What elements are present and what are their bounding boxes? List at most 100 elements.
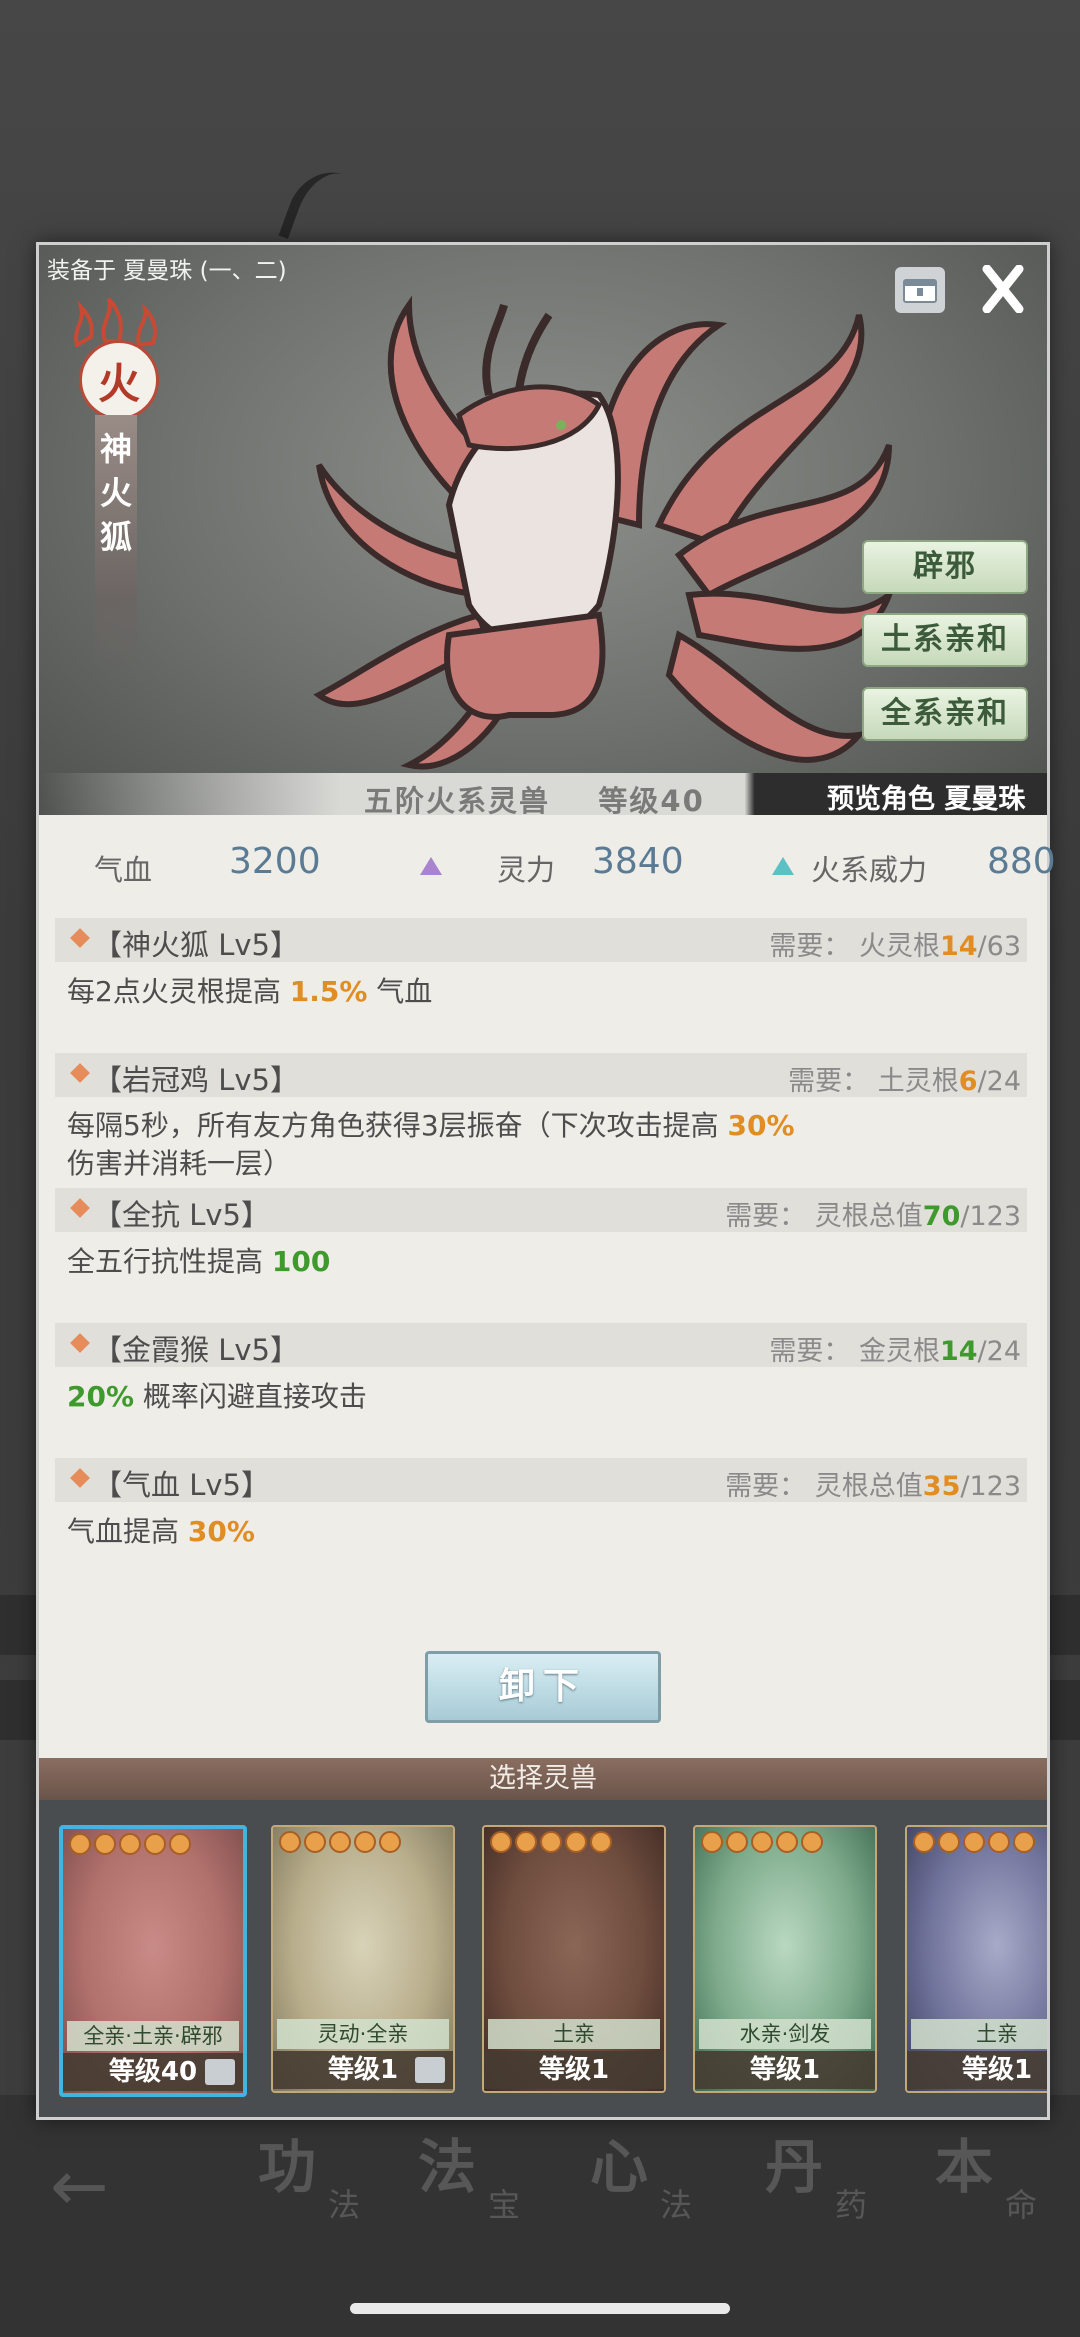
box-icon bbox=[903, 279, 937, 303]
beast-card[interactable]: 全亲·土亲·辟邪 等级40 bbox=[59, 1825, 247, 2097]
paw-star-icon bbox=[379, 1831, 401, 1853]
star-rating bbox=[701, 1831, 823, 1855]
beast-name-char: 狐 bbox=[99, 518, 132, 556]
paw-star-icon bbox=[913, 1831, 935, 1853]
skill-requirement: 需要： 灵根总值70/123 bbox=[725, 1194, 1021, 1233]
beast-name-char: 火 bbox=[99, 474, 132, 512]
skill-description: 每2点火灵根提高 1.5% 气血 bbox=[67, 973, 1027, 1011]
req-prefix: 需要： 灵根总值 bbox=[725, 1201, 923, 1232]
desc-text: 全五行抗性提高 bbox=[67, 1245, 272, 1278]
nav-item-small: 药 bbox=[835, 2186, 868, 2224]
desc-text: 伤害并消耗一层） bbox=[67, 1147, 292, 1180]
paw-star-icon bbox=[751, 1831, 773, 1853]
paw-star-icon bbox=[329, 1831, 351, 1853]
beast-card-traits: 土亲 bbox=[911, 2019, 1047, 2049]
req-prefix: 需要： 灵根总值 bbox=[725, 1471, 923, 1502]
paw-star-icon bbox=[590, 1831, 612, 1853]
stats-row: 气血 3200 灵力 3840 火系威力 880 bbox=[39, 833, 1056, 893]
fire-fox-illustration bbox=[313, 295, 896, 770]
paw-star-icon bbox=[776, 1831, 798, 1853]
paw-star-icon bbox=[963, 1831, 985, 1853]
star-rating bbox=[913, 1831, 1035, 1855]
desc-highlight: 20% bbox=[67, 1380, 135, 1413]
req-current: 70 bbox=[922, 1201, 961, 1232]
desc-text: 概率闪避直接攻击 bbox=[134, 1380, 367, 1413]
req-total: /24 bbox=[977, 1066, 1021, 1097]
element-badge: 火 bbox=[79, 340, 159, 420]
skill-requirement: 需要： 灵根总值35/123 bbox=[725, 1464, 1021, 1503]
bottom-nav bbox=[0, 2095, 1080, 2337]
beast-card[interactable]: 灵动·全亲 等级1 bbox=[271, 1825, 455, 2093]
beast-card[interactable]: 土亲 等级1 bbox=[482, 1825, 666, 2093]
paw-star-icon bbox=[94, 1833, 116, 1855]
nav-item-big: 功 bbox=[258, 2133, 317, 2201]
star-rating bbox=[279, 1831, 401, 1855]
paw-star-icon bbox=[304, 1831, 326, 1853]
paw-star-icon bbox=[279, 1831, 301, 1853]
req-total: /123 bbox=[960, 1201, 1021, 1232]
diamond-icon bbox=[70, 1198, 90, 1218]
skill-description: 每隔5秒，所有友方角色获得3层振奋（下次攻击提高 30% 伤害并消耗一层） bbox=[67, 1107, 1027, 1183]
beast-tier-level: 五阶火系灵兽 等级40 bbox=[364, 778, 705, 815]
nav-item-big: 本 bbox=[935, 2133, 994, 2201]
nav-item-gongfa[interactable]: 功 法 bbox=[258, 2120, 378, 2240]
skill-header: 【神火狐 Lv5】 需要： 火灵根14/63 bbox=[55, 918, 1027, 962]
nav-item-fabao[interactable]: 法 宝 bbox=[418, 2120, 538, 2240]
trait-button[interactable]: 全系亲和 bbox=[862, 687, 1028, 741]
beast-card-traits: 土亲 bbox=[488, 2019, 660, 2049]
stat-label: 灵力 bbox=[497, 853, 556, 887]
paw-star-icon bbox=[144, 1833, 166, 1855]
stat-value: 3840 bbox=[592, 841, 684, 882]
desc-highlight: 30% bbox=[727, 1109, 795, 1142]
paw-star-icon bbox=[169, 1833, 191, 1855]
nav-item-big: 法 bbox=[418, 2133, 477, 2201]
beast-card[interactable]: 水亲·剑发 等级1 bbox=[693, 1825, 877, 2093]
skill-title: 【岩冠鸡 Lv5】 bbox=[93, 1063, 299, 1097]
back-arrow-icon[interactable]: ← bbox=[50, 2145, 109, 2227]
equipped-on-label: 装备于 夏曼珠 (一、二) bbox=[47, 258, 287, 284]
skill-description: 气血提高 30% bbox=[67, 1513, 1027, 1551]
box-icon bbox=[415, 2057, 445, 2083]
diamond-icon bbox=[70, 928, 90, 948]
skill-title: 【气血 Lv5】 bbox=[93, 1468, 270, 1502]
close-button[interactable] bbox=[975, 259, 1031, 319]
diamond-icon bbox=[70, 1063, 90, 1083]
nav-item-small: 宝 bbox=[488, 2186, 521, 2224]
paw-star-icon bbox=[540, 1831, 562, 1853]
req-prefix: 需要： 土灵根 bbox=[788, 1066, 959, 1097]
beast-tier: 五阶火系灵兽 bbox=[364, 784, 551, 815]
req-current: 14 bbox=[939, 931, 978, 962]
skill-title: 【神火狐 Lv5】 bbox=[93, 928, 299, 962]
nav-item-danyao[interactable]: 丹 药 bbox=[765, 2120, 885, 2240]
triangle-icon bbox=[772, 857, 794, 875]
req-total: /123 bbox=[960, 1471, 1021, 1502]
trait-button[interactable]: 辟邪 bbox=[862, 540, 1028, 594]
preview-character[interactable]: 预览角色 夏曼珠 bbox=[827, 777, 1025, 815]
beast-card-level: 等级1 bbox=[695, 2051, 875, 2089]
beast-card-level: 等级1 bbox=[907, 2051, 1047, 2089]
storage-button[interactable] bbox=[895, 267, 945, 313]
req-current: 6 bbox=[958, 1066, 978, 1097]
nav-item-benming[interactable]: 本 命 bbox=[935, 2120, 1055, 2240]
beast-card[interactable]: 土亲 等级1 bbox=[905, 1825, 1047, 2093]
triangle-icon bbox=[420, 857, 442, 875]
skill-title: 【金霞猴 Lv5】 bbox=[93, 1333, 299, 1367]
paw-star-icon bbox=[701, 1831, 723, 1853]
stat-label: 气血 bbox=[94, 853, 153, 887]
paw-star-icon bbox=[726, 1831, 748, 1853]
paw-star-icon bbox=[119, 1833, 141, 1855]
paw-star-icon bbox=[354, 1831, 376, 1853]
home-indicator[interactable] bbox=[350, 2303, 730, 2314]
paw-star-icon bbox=[515, 1831, 537, 1853]
beast-card-list[interactable]: 全亲·土亲·辟邪 等级40 灵动·全亲 等级1 土亲 等级1 水亲·剑发 等级1 土亲 等级1 bbox=[39, 1800, 1047, 2117]
unequip-button[interactable]: 卸下 bbox=[425, 1651, 661, 1723]
paw-star-icon bbox=[69, 1833, 91, 1855]
trait-button[interactable]: 土系亲和 bbox=[862, 613, 1028, 667]
paw-star-icon bbox=[1013, 1831, 1035, 1853]
nav-item-xinfa[interactable]: 心 法 bbox=[590, 2120, 710, 2240]
skill-requirement: 需要： 土灵根6/24 bbox=[788, 1059, 1021, 1098]
beast-card-traits: 水亲·剑发 bbox=[699, 2019, 871, 2049]
box-icon bbox=[205, 2059, 235, 2085]
req-current: 14 bbox=[939, 1336, 978, 1367]
nav-item-small: 法 bbox=[660, 2186, 693, 2224]
